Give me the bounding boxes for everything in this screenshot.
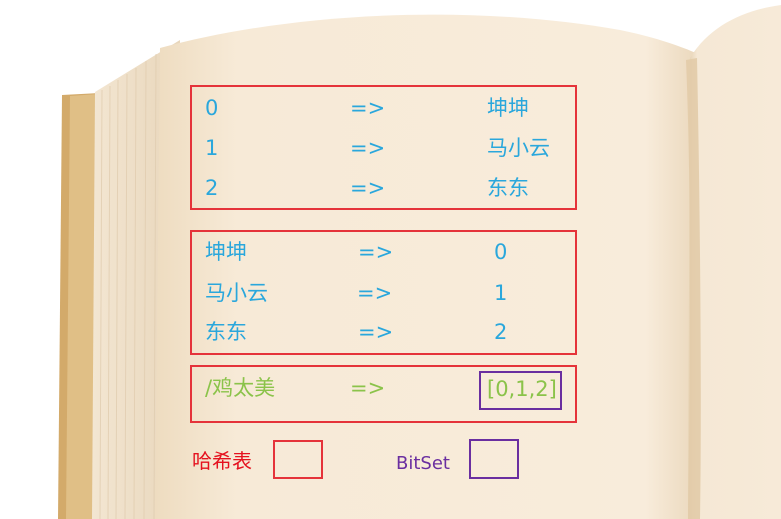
table2-row-0-value: 0 [494, 240, 508, 264]
book-right-page [688, 5, 781, 519]
table2-row-1-value: 1 [494, 281, 508, 305]
table2-row-2-arrow: => [358, 320, 394, 344]
table1-row-1-arrow: => [350, 136, 386, 160]
table1-row-0-arrow: => [350, 96, 386, 120]
table1-row-0-value: 坤坤 [487, 96, 529, 120]
table1-row-2-value: 东东 [487, 176, 529, 200]
table2-row-1-key: 马小云 [205, 281, 268, 305]
inverted-entry-arrow: => [350, 376, 386, 400]
table2-row-1-arrow: => [357, 281, 393, 305]
table2-row-0-key: 坤坤 [205, 240, 247, 264]
inverted-entry-value: [0,1,2] [487, 377, 557, 401]
table1-row-2-key: 2 [205, 176, 219, 200]
table2-row-2-key: 东东 [205, 320, 247, 344]
table2-row-0-arrow: => [358, 240, 394, 264]
table1-row-0-key: 0 [205, 96, 219, 120]
legend-bitset-swatch [469, 439, 519, 479]
legend-hash-label: 哈希表 [192, 449, 252, 473]
table1-row-2-arrow: => [350, 176, 386, 200]
legend-bitset-label: BitSet [396, 453, 450, 474]
table1-row-1-value: 马小云 [487, 136, 550, 160]
table2-row-2-value: 2 [494, 320, 508, 344]
table1-row-1-key: 1 [205, 136, 219, 160]
legend-hash-swatch [273, 440, 323, 479]
inverted-entry-key: /鸡太美 [205, 376, 276, 400]
